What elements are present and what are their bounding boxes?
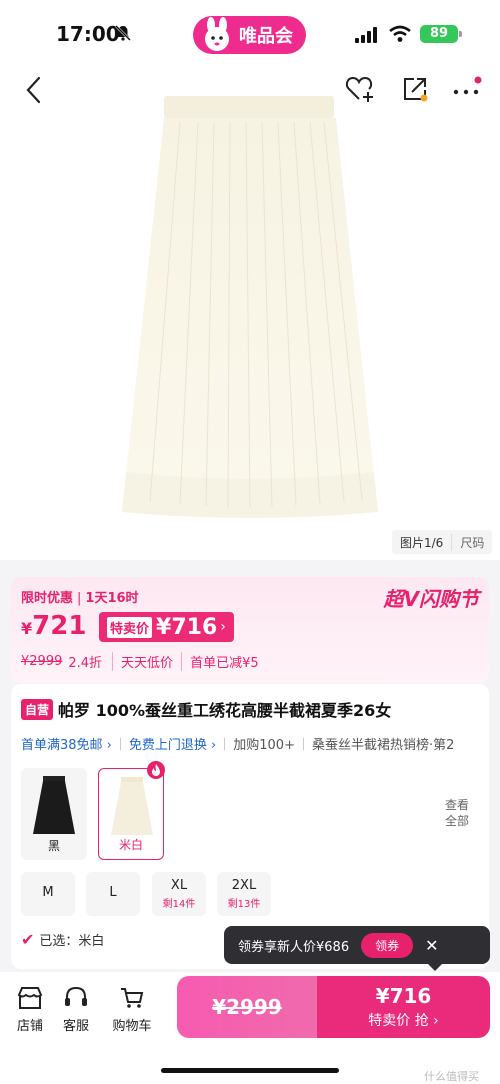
divider xyxy=(224,737,226,750)
view-all-line1: 查看 xyxy=(444,798,469,812)
original-price: ¥2999 xyxy=(21,654,63,669)
back-icon[interactable] xyxy=(20,74,48,106)
status-time: 17:00 xyxy=(56,22,120,46)
cart-icon xyxy=(121,988,144,1008)
size-label: M xyxy=(42,885,54,900)
service-ranking[interactable]: 桑蚕丝半截裙热销榜·第2 xyxy=(312,734,454,753)
view-all-colors[interactable]: 查看 全部 xyxy=(445,797,469,829)
original-price-button[interactable]: ¥2999 xyxy=(177,976,317,1038)
first-order-chip: 首单已减¥5 xyxy=(181,652,267,671)
size-label: XL xyxy=(170,878,188,893)
close-icon[interactable]: ✕ xyxy=(425,936,438,955)
store-label: 店铺 xyxy=(16,1019,43,1034)
size-option-l[interactable]: L xyxy=(86,872,140,916)
countdown: 1天16时 xyxy=(85,591,139,606)
buy-buttons: ¥2999 ¥716 特卖价 抢 › xyxy=(177,976,490,1038)
size-label: L xyxy=(109,885,117,900)
stock-left: 剩14件 xyxy=(162,899,196,910)
size-option-m[interactable]: M xyxy=(21,872,75,916)
chevron-right-icon: › xyxy=(220,619,226,635)
buy-price: ¥716 xyxy=(375,984,432,1008)
stock-left: 剩13件 xyxy=(227,899,261,910)
app-badge: 唯品会 xyxy=(193,16,306,54)
promo-label: 限时优惠 xyxy=(21,591,74,606)
cart-label: 购物车 xyxy=(112,1019,152,1034)
product-title-row: 自营 帕罗 100%蚕丝重工绣花高腰半截裙夏季26女 xyxy=(21,697,391,721)
mascot-icon xyxy=(205,17,229,51)
size-option-2xl[interactable]: 2XL 剩13件 xyxy=(217,872,271,916)
divider xyxy=(302,737,304,750)
buy-now-button[interactable]: ¥716 特卖价 抢 › xyxy=(317,976,490,1038)
watermark: 什么值得买 xyxy=(424,1070,479,1083)
home-indicator xyxy=(161,1068,339,1073)
coupon-tooltip: 领券享新人价¥686 领券 ✕ xyxy=(224,926,490,971)
store-icon xyxy=(17,987,43,1009)
wifi-icon xyxy=(389,25,411,42)
view-all-line2: 全部 xyxy=(444,814,469,828)
service-cart-count: 加购100+ xyxy=(233,738,295,753)
image-counter: 图片1/6 尺码 xyxy=(392,530,493,554)
battery-indicator: 89 xyxy=(420,25,462,43)
special-price-tag[interactable]: 特卖价 ¥716 › xyxy=(99,612,234,642)
color-option-black[interactable]: 黑 xyxy=(21,768,87,860)
product-image xyxy=(122,96,378,518)
product-gallery[interactable]: 图片1/6 尺码 xyxy=(0,62,500,560)
buy-label: 特卖价 抢 › xyxy=(368,1013,439,1029)
claim-coupon-button[interactable]: 领券 xyxy=(361,932,414,958)
product-title: 帕罗 100%蚕丝重工绣花高腰半截裙夏季26女 xyxy=(58,701,392,720)
currency-symbol: ¥ xyxy=(21,619,33,638)
size-chart-tag[interactable]: 尺码 xyxy=(451,533,492,551)
daily-low-chip: 天天低价 xyxy=(112,652,181,671)
hot-flame-icon xyxy=(147,761,165,779)
headset-icon xyxy=(65,986,87,1006)
special-price-value: ¥716 xyxy=(156,614,218,640)
customer-service-button[interactable]: 客服 xyxy=(46,986,106,1034)
more-icon[interactable] xyxy=(450,74,482,104)
selected-summary: ✔ 已选：米白 xyxy=(21,930,104,949)
offwhite-skirt-thumbnail xyxy=(111,777,153,835)
color-label: 黑 xyxy=(47,839,60,853)
size-option-xl[interactable]: XL 剩14件 xyxy=(152,872,206,916)
promo-row: 限时优惠 | 1天16时 xyxy=(21,591,139,606)
discount-rate: 2.4折 xyxy=(68,656,103,671)
signal-icon xyxy=(355,27,377,43)
share-icon[interactable] xyxy=(400,74,430,104)
app-badge-label: 唯品会 xyxy=(239,26,293,47)
color-option-offwhite[interactable]: 米白 xyxy=(98,761,165,860)
service-free-shipping[interactable]: 首单满38免邮 › xyxy=(21,734,112,753)
status-bar: 17:00 唯品会 89 xyxy=(0,0,500,62)
image-index: 图片1/6 xyxy=(400,535,444,550)
size-label: 2XL xyxy=(231,878,257,893)
divider xyxy=(119,737,121,750)
bell-muted-icon xyxy=(115,25,131,41)
selected-text: 已选：米白 xyxy=(39,934,105,949)
service-free-return[interactable]: 免费上门退换 › xyxy=(129,734,216,753)
special-price-label: 特卖价 xyxy=(107,616,153,638)
self-operated-tag: 自营 xyxy=(21,698,54,720)
price-card: 限时优惠 | 1天16时 超V闪购节 ¥721 特卖价 ¥716 › ¥2999 2… xyxy=(11,577,489,683)
black-skirt-thumbnail xyxy=(33,776,75,834)
price-details-row: ¥2999 2.4折 天天低价 首单已减¥5 xyxy=(21,652,267,671)
final-price: ¥721 xyxy=(21,611,86,641)
customer-service-label: 客服 xyxy=(62,1019,89,1034)
service-row: 首单满38免邮 › 免费上门退换 › 加购100+ 桑蚕丝半截裙热销榜·第2 xyxy=(21,734,489,753)
color-label: 米白 xyxy=(118,838,143,852)
check-icon: ✔ xyxy=(21,930,35,949)
flash-sale-title: 超V闪购节 xyxy=(383,587,479,611)
cart-button[interactable]: 购物车 xyxy=(102,986,162,1034)
final-price-value: 721 xyxy=(32,611,87,641)
coupon-text: 领券享新人价¥686 xyxy=(238,939,350,955)
